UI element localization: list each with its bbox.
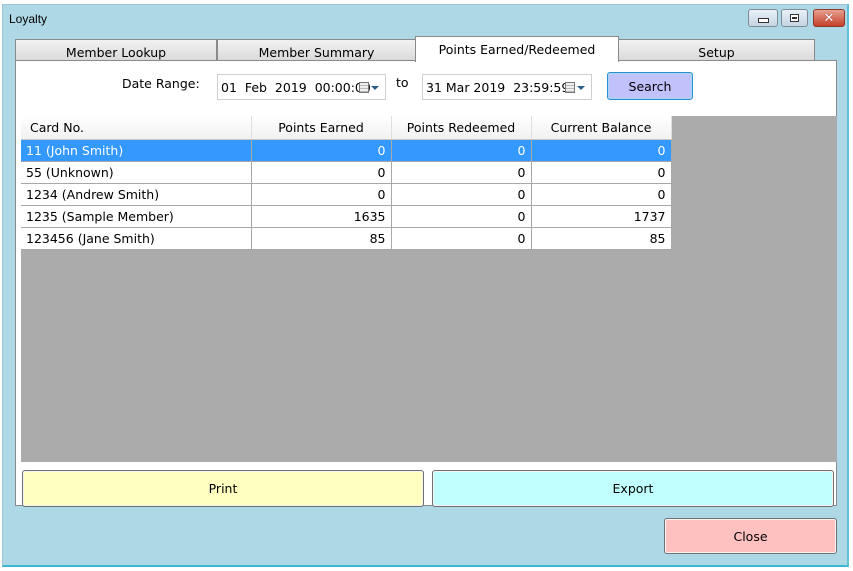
column-header-card-no[interactable]: Card No.	[21, 116, 252, 140]
window-close-button[interactable]: ✕	[813, 9, 845, 27]
title-bar[interactable]: Loyalty ✕	[3, 5, 847, 33]
points-grid: Card No. Points Earned Points Redeemed C…	[21, 116, 837, 462]
cell-points-earned: 0	[251, 161, 392, 184]
column-header-points-earned[interactable]: Points Earned	[251, 116, 392, 140]
cell-current-balance: 85	[531, 227, 672, 250]
column-header-current-balance[interactable]: Current Balance	[531, 116, 672, 140]
tab-points-earned-redeemed[interactable]: Points Earned/Redeemed	[415, 36, 619, 62]
cell-points-earned: 0	[251, 139, 392, 162]
tab-setup[interactable]: Setup	[618, 39, 815, 61]
to-label: to	[396, 75, 409, 90]
table-row[interactable]: 1235 (Sample Member) 1635 0 1737	[21, 205, 672, 228]
table-row[interactable]: 55 (Unknown) 0 0 0	[21, 161, 672, 184]
calendar-dropdown-icon[interactable]	[565, 82, 585, 93]
cell-current-balance: 0	[531, 183, 672, 206]
table-row[interactable]: 123456 (Jane Smith) 85 0 85	[21, 227, 672, 250]
cell-card-no: 123456 (Jane Smith)	[21, 227, 252, 250]
cell-card-no: 1234 (Andrew Smith)	[21, 183, 252, 206]
tab-member-lookup[interactable]: Member Lookup	[15, 39, 217, 61]
close-button[interactable]: Close	[664, 518, 837, 554]
search-button-label: Search	[628, 78, 672, 94]
column-header-points-redeemed[interactable]: Points Redeemed	[391, 116, 532, 140]
tab-label: Member Summary	[258, 44, 375, 60]
print-button[interactable]: Print	[22, 470, 424, 507]
date-from-value: 01 Feb 2019 00:00:00	[221, 79, 371, 95]
maximize-icon	[790, 14, 799, 22]
table-row[interactable]: 11 (John Smith) 0 0 0	[21, 139, 672, 162]
calendar-dropdown-icon[interactable]	[359, 82, 379, 93]
cell-points-earned: 0	[251, 183, 392, 206]
points-table: Card No. Points Earned Points Redeemed C…	[21, 116, 672, 250]
minimize-button[interactable]	[748, 9, 778, 27]
date-from-picker[interactable]: 01 Feb 2019 00:00:00	[217, 74, 386, 100]
date-range-label: Date Range:	[122, 76, 200, 91]
tab-member-summary[interactable]: Member Summary	[217, 39, 416, 61]
print-button-label: Print	[208, 481, 238, 496]
date-to-picker[interactable]: 31 Mar 2019 23:59:59	[422, 74, 592, 100]
cell-card-no: 1235 (Sample Member)	[21, 205, 252, 228]
cell-current-balance: 1737	[531, 205, 672, 228]
close-button-label: Close	[733, 528, 768, 544]
cell-current-balance: 0	[531, 161, 672, 184]
minimize-icon	[757, 18, 769, 23]
grid-header-row: Card No. Points Earned Points Redeemed C…	[21, 116, 672, 140]
cell-points-redeemed: 0	[391, 227, 532, 250]
close-icon: ✕	[823, 10, 835, 26]
cell-card-no: 55 (Unknown)	[21, 161, 252, 184]
cell-current-balance: 0	[531, 139, 672, 162]
loyalty-window: Loyalty ✕ Member Lookup Member Summary P…	[2, 4, 849, 567]
export-button[interactable]: Export	[432, 470, 834, 507]
search-button[interactable]: Search	[607, 72, 693, 100]
maximize-button[interactable]	[781, 9, 808, 27]
export-button-label: Export	[612, 481, 654, 496]
points-tab-panel: Date Range: 01 Feb 2019 00:00:00 to 31 M…	[15, 60, 837, 507]
window-title: Loyalty	[9, 12, 48, 26]
table-row[interactable]: 1234 (Andrew Smith) 0 0 0	[21, 183, 672, 206]
cell-points-earned: 85	[251, 227, 392, 250]
cell-points-redeemed: 0	[391, 161, 532, 184]
cell-points-redeemed: 0	[391, 139, 532, 162]
cell-points-redeemed: 0	[391, 183, 532, 206]
cell-points-redeemed: 0	[391, 205, 532, 228]
cell-card-no: 11 (John Smith)	[21, 139, 252, 162]
tab-label: Setup	[698, 44, 735, 60]
tab-label: Points Earned/Redeemed	[438, 42, 596, 57]
cell-points-earned: 1635	[251, 205, 392, 228]
tab-label: Member Lookup	[65, 44, 167, 60]
date-to-value: 31 Mar 2019 23:59:59	[426, 79, 570, 95]
